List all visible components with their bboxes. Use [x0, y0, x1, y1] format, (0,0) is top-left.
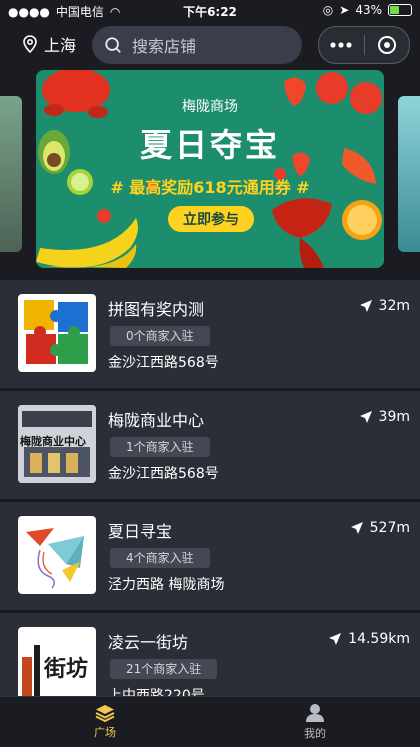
battery-label: 43%	[355, 3, 382, 17]
status-bar: ●●●● 中国电信 ◠ 下午6:22 ◎ ➤ 43%	[0, 0, 420, 22]
puzzle-icon	[24, 300, 88, 364]
list-item[interactable]: 梅陇商业中心 梅陇商业中心 1个商家入驻 金沙江西路568号 39m	[0, 391, 420, 499]
list-item[interactable]: 拼图有奖内测 0个商家入驻 金沙江西路568号 32m	[0, 280, 420, 388]
navigation-arrow-icon	[350, 522, 363, 534]
banner-subtitle: 梅陇商场	[182, 99, 238, 115]
merchant-count-badge: 0个商家入驻	[110, 326, 210, 346]
join-button[interactable]: 立即参与	[168, 206, 254, 232]
store-address: 金沙江西路568号	[108, 355, 219, 371]
more-button[interactable]	[319, 27, 364, 63]
location-selector[interactable]: 上海	[22, 32, 76, 56]
distance: 39m	[359, 409, 410, 425]
distance: 32m	[359, 298, 410, 314]
store-address: 泾力西路 梅陇商场	[108, 577, 225, 593]
distance-label: 39m	[378, 409, 410, 425]
user-icon	[306, 704, 324, 722]
store-name: 凌云一街坊	[108, 633, 189, 652]
prev-banner-peek[interactable]	[0, 96, 22, 252]
navigation-arrow-icon	[359, 411, 372, 423]
banner-carousel[interactable]: 梅陇商场 夏日夺宝 # 最高奖励618元通用券 # 立即参与	[0, 70, 420, 270]
store-thumbnail	[18, 294, 96, 372]
search-placeholder: 搜索店铺	[132, 37, 197, 56]
search-icon	[105, 37, 121, 53]
distance-label: 527m	[369, 520, 410, 536]
store-name: 夏日寻宝	[108, 522, 173, 541]
distance: 527m	[350, 520, 410, 536]
search-input[interactable]: 搜索店铺	[92, 26, 302, 64]
merchant-count-badge: 1个商家入驻	[110, 437, 210, 457]
distance-label: 32m	[378, 298, 410, 314]
lock-rotation-icon: ◎	[322, 3, 334, 17]
tab-mine-label: 我的	[304, 727, 326, 740]
list-item[interactable]: 夏日寻宝 4个商家入驻 泾力西路 梅陇商场 527m	[0, 502, 420, 610]
tab-plaza[interactable]: 广场	[0, 697, 210, 747]
store-thumbnail	[18, 516, 96, 594]
promo-banner[interactable]: 梅陇商场 夏日夺宝 # 最高奖励618元通用券 # 立即参与	[36, 70, 384, 268]
target-icon	[377, 36, 396, 54]
next-banner-peek[interactable]	[398, 96, 420, 252]
store-name: 梅陇商业中心	[108, 411, 205, 430]
more-icon	[330, 42, 352, 48]
merchant-count-badge: 4个商家入驻	[110, 548, 210, 568]
tab-plaza-label: 广场	[94, 726, 116, 739]
navigation-arrow-icon	[359, 300, 372, 312]
tab-mine[interactable]: 我的	[210, 697, 420, 747]
distance: 14.59km	[328, 631, 410, 647]
thumbnail-sign-text: 梅陇商业中心	[20, 435, 86, 448]
banner-promo: # 最高奖励618元通用券 #	[110, 178, 310, 197]
merchant-count-badge: 21个商家入驻	[110, 659, 218, 679]
location-arrow-status-icon: ➤	[339, 3, 350, 17]
top-bar: 上海 搜索店铺	[0, 22, 420, 70]
store-address: 金沙江西路568号	[108, 466, 219, 482]
navigation-arrow-icon	[329, 633, 342, 645]
location-pin-icon	[23, 35, 37, 53]
battery-icon	[388, 4, 412, 16]
layers-icon	[95, 705, 115, 722]
status-right: ◎ ➤ 43%	[323, 3, 412, 17]
location-label: 上海	[44, 36, 77, 55]
store-name: 拼图有奖内测	[108, 300, 205, 319]
store-list: 拼图有奖内测 0个商家入驻 金沙江西路568号 32m 梅陇商业中心 梅陇商业中…	[0, 280, 420, 724]
tab-bar: 广场 我的	[0, 696, 420, 747]
paper-plane-icon	[26, 528, 84, 589]
close-miniapp-button[interactable]	[365, 27, 410, 63]
store-thumbnail: 梅陇商业中心	[18, 405, 96, 483]
distance-label: 14.59km	[348, 631, 410, 647]
store-thumbnail: 街坊	[18, 627, 96, 705]
logo-text: 街坊	[44, 657, 89, 682]
banner-title: 夏日夺宝	[139, 126, 280, 164]
miniapp-capsule	[318, 26, 410, 64]
